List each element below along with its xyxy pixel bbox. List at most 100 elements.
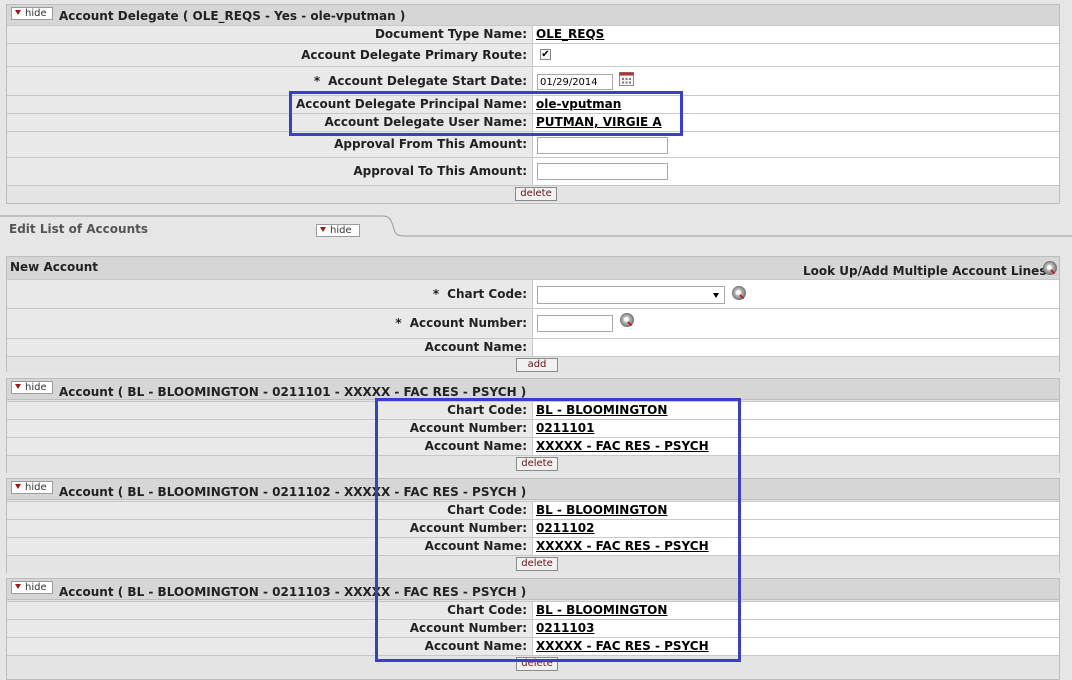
account-number-link[interactable]: 0211102 (536, 521, 594, 535)
account-number-value-cell (533, 309, 1059, 339)
account-delegate-title: Account Delegate ( OLE_REQS - Yes - ole-… (59, 9, 406, 23)
chart-code-value-cell: BL - BLOOMINGTON (533, 402, 1059, 420)
hide-button[interactable]: hide (11, 581, 53, 594)
chart-code-label-text: Chart Code: (447, 403, 527, 417)
account-name-value-cell: XXXXX - FAC RES - PSYCH (533, 538, 1059, 556)
hide-button[interactable]: hide (11, 481, 53, 494)
primary-route-checkbox[interactable]: ✔ (540, 49, 551, 60)
approval-to-row: Approval To This Amount: (7, 157, 1059, 186)
chart-code-label: Chart Code: (7, 602, 533, 620)
account-panel-1: hide Account ( BL - BLOOMINGTON - 021110… (6, 378, 1060, 473)
approval-from-label: Approval From This Amount: (7, 132, 533, 158)
account-header: hide Account ( BL - BLOOMINGTON - 021110… (7, 479, 1059, 500)
account-name-label: Account Name: (7, 538, 533, 556)
required-marker: * (313, 74, 321, 88)
lookup-multiple-icon[interactable] (1043, 261, 1057, 275)
chart-code-lookup-icon[interactable] (732, 286, 746, 300)
add-account-button[interactable]: add (516, 358, 558, 372)
approval-to-input[interactable] (537, 163, 668, 180)
account-number-value-cell: 0211101 (533, 420, 1059, 438)
principal-name-label-text: Account Delegate Principal Name: (295, 97, 527, 111)
chevron-down-icon (713, 293, 719, 298)
account-number-label-text: Account Number: (409, 521, 527, 535)
account-title: Account ( BL - BLOOMINGTON - 0211103 - X… (59, 585, 527, 599)
chart-code-link[interactable]: BL - BLOOMINGTON (536, 603, 667, 617)
delete-delegate-button[interactable]: delete (515, 187, 557, 201)
account-delegate-panel: hide Account Delegate ( OLE_REQS - Yes -… (6, 4, 1060, 204)
chart-code-label: Chart Code: (7, 502, 533, 520)
account-number-value-cell: 0211102 (533, 520, 1059, 538)
triangle-down-icon (320, 227, 326, 232)
principal-name-link[interactable]: ole-vputman (536, 97, 621, 111)
account-number-link[interactable]: 0211103 (536, 621, 594, 635)
principal-name-label: Account Delegate Principal Name: (7, 96, 533, 114)
document-type-value-cell: OLE_REQS (533, 26, 1059, 44)
account-name-value-cell (533, 339, 1059, 357)
account-header: hide Account ( BL - BLOOMINGTON - 021110… (7, 579, 1059, 600)
chart-code-label: Chart Code: (7, 402, 533, 420)
check-icon: ✔ (541, 49, 550, 60)
account-name-label-text: Account Name: (424, 639, 527, 653)
add-row: add (7, 356, 1059, 374)
accounts-hide-button[interactable]: hide (316, 224, 360, 237)
accounts-tab-title: Edit List of Accounts (9, 222, 148, 236)
hide-label: hide (25, 582, 47, 593)
start-date-value-cell (533, 67, 1059, 96)
hide-button[interactable]: hide (11, 7, 53, 20)
account-number-label: Account Number: (7, 520, 533, 538)
approval-from-input[interactable] (537, 137, 668, 154)
user-name-row: Account Delegate User Name: PUTMAN, VIRG… (7, 113, 1059, 132)
required-marker: * (395, 316, 402, 330)
account-name-label-text: Account Name: (424, 340, 527, 354)
account-delete-row: delete (7, 555, 1059, 573)
document-type-row: Document Type Name: OLE_REQS (7, 25, 1059, 44)
account-number-link[interactable]: 0211101 (536, 421, 594, 435)
document-type-label: Document Type Name: (7, 26, 533, 44)
account-name-row: Account Name: XXXXX - FAC RES - PSYCH (7, 437, 1059, 456)
start-date-input[interactable] (537, 74, 613, 90)
delete-account-button[interactable]: delete (516, 457, 558, 471)
account-name-link[interactable]: XXXXX - FAC RES - PSYCH (536, 639, 709, 653)
triangle-down-icon (15, 484, 21, 489)
chart-code-row: * Chart Code: (7, 279, 1059, 309)
chart-code-select[interactable] (537, 286, 725, 304)
approval-from-label-text: Approval From This Amount: (334, 137, 527, 151)
account-name-link[interactable]: XXXXX - FAC RES - PSYCH (536, 539, 709, 553)
chart-code-label-text: Chart Code: (447, 503, 527, 517)
approval-from-row: Approval From This Amount: (7, 131, 1059, 158)
account-panel-3: hide Account ( BL - BLOOMINGTON - 021110… (6, 578, 1060, 680)
account-delete-row: delete (7, 655, 1059, 673)
account-number-input[interactable] (537, 315, 613, 332)
lookup-multiple-link[interactable]: Look Up/Add Multiple Account Lines (803, 264, 1046, 278)
chart-code-value-cell: BL - BLOOMINGTON (533, 602, 1059, 620)
chart-code-link[interactable]: BL - BLOOMINGTON (536, 503, 667, 517)
hide-button[interactable]: hide (11, 381, 53, 394)
calendar-icon[interactable] (619, 72, 634, 86)
account-name-label: Account Name: (7, 339, 533, 357)
triangle-down-icon (15, 384, 21, 389)
account-name-label-text: Account Name: (424, 439, 527, 453)
account-name-label: Account Name: (7, 638, 533, 656)
required-marker: * (432, 287, 440, 301)
account-name-row: Account Name: (7, 338, 1059, 357)
user-name-link[interactable]: PUTMAN, VIRGIE A (536, 115, 662, 129)
chart-code-link[interactable]: BL - BLOOMINGTON (536, 403, 667, 417)
account-name-link[interactable]: XXXXX - FAC RES - PSYCH (536, 439, 709, 453)
delete-account-button[interactable]: delete (516, 557, 558, 571)
principal-name-row: Account Delegate Principal Name: ole-vpu… (7, 95, 1059, 114)
account-number-lookup-icon[interactable] (620, 313, 634, 327)
chart-code-value-cell (533, 280, 1059, 309)
principal-name-value-cell: ole-vputman (533, 96, 1059, 114)
document-type-link[interactable]: OLE_REQS (536, 27, 604, 41)
account-number-row: Account Number: 0211101 (7, 419, 1059, 438)
delete-account-button[interactable]: delete (516, 657, 558, 671)
chart-code-row: Chart Code: BL - BLOOMINGTON (7, 601, 1059, 620)
account-delegate-header: hide Account Delegate ( OLE_REQS - Yes -… (7, 5, 1059, 26)
approval-from-value-cell (533, 132, 1059, 158)
account-number-label: Account Number: (7, 420, 533, 438)
document-type-label-text: Document Type Name: (374, 27, 527, 41)
account-number-label: Account Number: (7, 620, 533, 638)
approval-to-label-text: Approval To This Amount: (353, 164, 527, 178)
start-date-row: * Account Delegate Start Date: (7, 66, 1059, 96)
approval-to-value-cell (533, 158, 1059, 186)
